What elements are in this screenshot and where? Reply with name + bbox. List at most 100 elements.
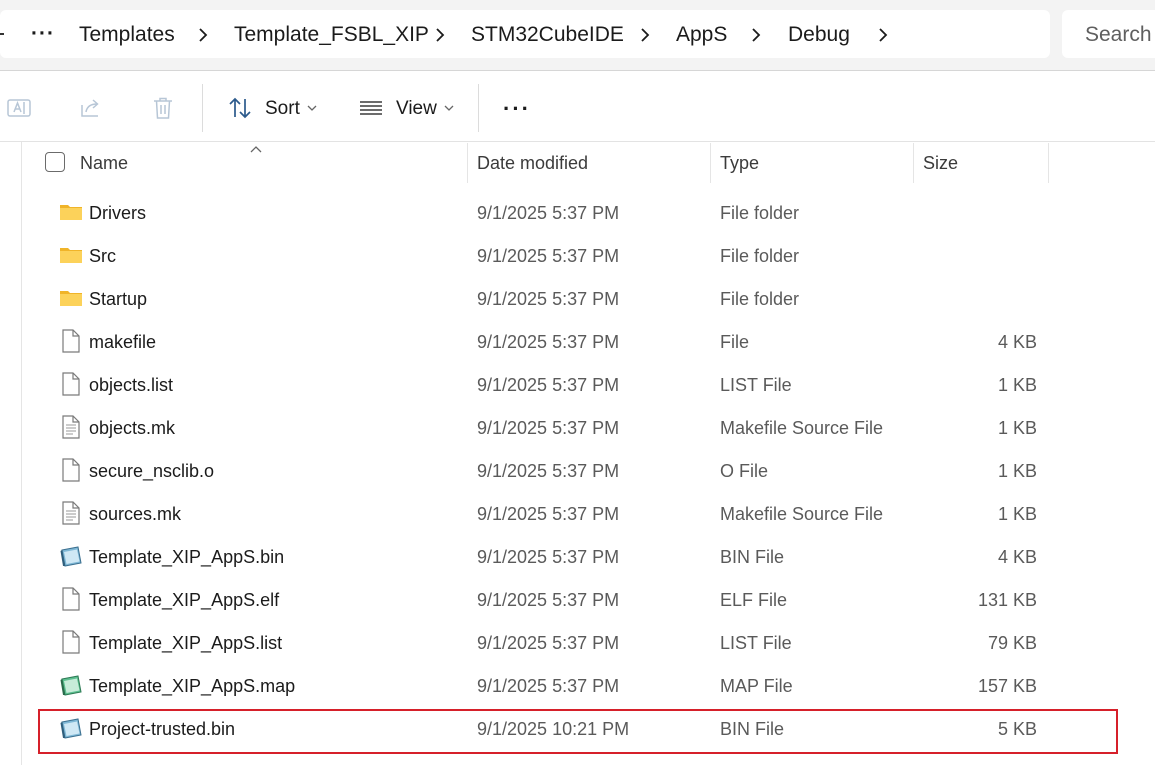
file-row[interactable]: objects.list 9/1/2025 5:37 PM LIST File 1 K… <box>40 363 1116 406</box>
file-row[interactable]: Drivers 9/1/2025 5:37 PM File folder <box>40 191 1116 234</box>
file-type: File folder <box>720 246 800 266</box>
file-type: O File <box>720 461 769 481</box>
chevron-right-icon[interactable] <box>638 22 652 48</box>
file-row[interactable]: objects.mk 9/1/2025 5:37 PM Makefile Sourc… <box>40 406 1116 449</box>
file-size: 1 KB <box>997 461 1037 481</box>
file-date-modified: 9/1/2025 5:37 PM <box>477 246 620 266</box>
breadcrumb-item-debug[interactable]: Debug <box>788 22 850 48</box>
bin-file-icon <box>59 543 83 569</box>
column-header-type[interactable]: Type <box>720 151 759 175</box>
breadcrumb-item-stm32cubeide[interactable]: STM32CubeIDE <box>471 22 624 48</box>
trash-icon[interactable] <box>150 95 176 121</box>
file-name: objects.mk <box>89 418 176 438</box>
file-type: Makefile Source File <box>720 418 884 438</box>
column-divider[interactable] <box>913 143 914 183</box>
view-button[interactable]: View <box>396 97 437 121</box>
file-size: 1 KB <box>997 418 1037 438</box>
file-name: Startup <box>89 289 148 309</box>
file-date-modified: 9/1/2025 5:37 PM <box>477 633 620 653</box>
sort-icon[interactable] <box>227 95 253 121</box>
search-placeholder: Search I <box>1085 23 1155 46</box>
breadcrumb-item-apps[interactable]: AppS <box>676 22 727 48</box>
highlight-box <box>38 709 1118 754</box>
file-date-modified: 9/1/2025 5:37 PM <box>477 547 620 567</box>
file-row[interactable]: secure_nsclib.o 9/1/2025 5:37 PM O File 1 K… <box>40 449 1116 492</box>
file-type: File folder <box>720 203 800 223</box>
file-date-modified: 9/1/2025 5:37 PM <box>477 203 620 223</box>
file-size: 1 KB <box>997 504 1037 524</box>
file-size: 79 KB <box>987 633 1037 653</box>
folder-icon <box>59 285 83 311</box>
file-icon <box>59 328 83 354</box>
file-row[interactable]: Template_XIP_AppS.map 9/1/2025 5:37 PM MAP… <box>40 664 1116 707</box>
breadcrumb-item-templates[interactable]: Templates <box>79 22 175 48</box>
column-divider[interactable] <box>1048 143 1049 183</box>
chevron-right-icon[interactable] <box>876 22 890 48</box>
file-icon <box>59 371 83 397</box>
file-row[interactable]: Template_XIP_AppS.list 9/1/2025 5:37 PM LI… <box>40 621 1116 664</box>
text-file-icon <box>59 414 83 440</box>
toolbar-separator <box>202 84 203 132</box>
column-header-size[interactable]: Size <box>923 151 958 175</box>
file-type: MAP File <box>720 676 793 696</box>
breadcrumb-more-button[interactable]: ··· <box>31 22 55 46</box>
file-size: 131 KB <box>977 590 1037 610</box>
file-icon <box>59 457 83 483</box>
file-type: LIST File <box>720 633 792 653</box>
file-row[interactable]: Template_XIP_AppS.elf 9/1/2025 5:37 PM ELF… <box>40 578 1116 621</box>
share-icon[interactable] <box>78 95 104 121</box>
file-date-modified: 9/1/2025 5:37 PM <box>477 375 620 395</box>
file-icon <box>59 586 83 612</box>
file-date-modified: 9/1/2025 5:37 PM <box>477 289 620 309</box>
file-icon <box>59 629 83 655</box>
chevron-down-icon[interactable] <box>443 101 455 113</box>
file-name: Template_XIP_AppS.list <box>89 633 283 653</box>
file-name: objects.list <box>89 375 174 395</box>
file-size: 1 KB <box>997 375 1037 395</box>
file-type: LIST File <box>720 375 792 395</box>
rename-icon[interactable] <box>6 95 32 121</box>
file-date-modified: 9/1/2025 5:37 PM <box>477 461 620 481</box>
column-header-name[interactable]: Name <box>80 151 128 175</box>
file-row[interactable]: Src 9/1/2025 5:37 PM File folder <box>40 234 1116 277</box>
file-type: File <box>720 332 750 352</box>
file-name: sources.mk <box>89 504 182 524</box>
file-date-modified: 9/1/2025 5:37 PM <box>477 676 620 696</box>
column-header-date-modified[interactable]: Date modified <box>477 151 588 175</box>
column-divider[interactable] <box>710 143 711 183</box>
map-file-icon <box>59 672 83 698</box>
chevron-right-icon[interactable] <box>196 22 210 48</box>
file-date-modified: 9/1/2025 5:37 PM <box>477 418 620 438</box>
file-date-modified: 9/1/2025 5:37 PM <box>477 504 620 524</box>
address-bar-edge <box>0 33 4 35</box>
file-name: Template_XIP_AppS.bin <box>89 547 285 567</box>
file-row[interactable]: Startup 9/1/2025 5:37 PM File folder <box>40 277 1116 320</box>
view-icon[interactable] <box>358 95 384 121</box>
text-file-icon <box>59 500 83 526</box>
file-name: Template_XIP_AppS.map <box>89 676 296 696</box>
file-type: BIN File <box>720 547 785 567</box>
file-type: File folder <box>720 289 800 309</box>
sort-button[interactable]: Sort <box>265 97 300 121</box>
chevron-right-icon[interactable] <box>749 22 763 48</box>
select-all-checkbox[interactable] <box>45 152 65 172</box>
chevron-right-icon[interactable] <box>433 22 447 48</box>
file-name: Template_XIP_AppS.elf <box>89 590 280 610</box>
breadcrumb-item-template-fsbl-xip[interactable]: Template_FSBL_XIP <box>234 22 429 48</box>
chevron-down-icon[interactable] <box>306 101 318 113</box>
file-date-modified: 9/1/2025 5:37 PM <box>477 590 620 610</box>
divider <box>0 141 1155 142</box>
file-row[interactable]: makefile 9/1/2025 5:37 PM File 4 KB <box>40 320 1116 363</box>
column-divider[interactable] <box>467 143 468 183</box>
file-row[interactable]: sources.mk 9/1/2025 5:37 PM Makefile Sourc… <box>40 492 1116 535</box>
folder-icon <box>59 199 83 225</box>
more-options-button[interactable]: ··· <box>503 96 531 122</box>
file-type: Makefile Source File <box>720 504 884 524</box>
file-name: Drivers <box>89 203 146 223</box>
file-size: 4 KB <box>997 332 1037 352</box>
file-size: 4 KB <box>997 547 1037 567</box>
file-type: ELF File <box>720 590 788 610</box>
file-name: Src <box>89 246 116 266</box>
file-row[interactable]: Template_XIP_AppS.bin 9/1/2025 5:37 PM BIN… <box>40 535 1116 578</box>
toolbar-separator <box>478 84 479 132</box>
